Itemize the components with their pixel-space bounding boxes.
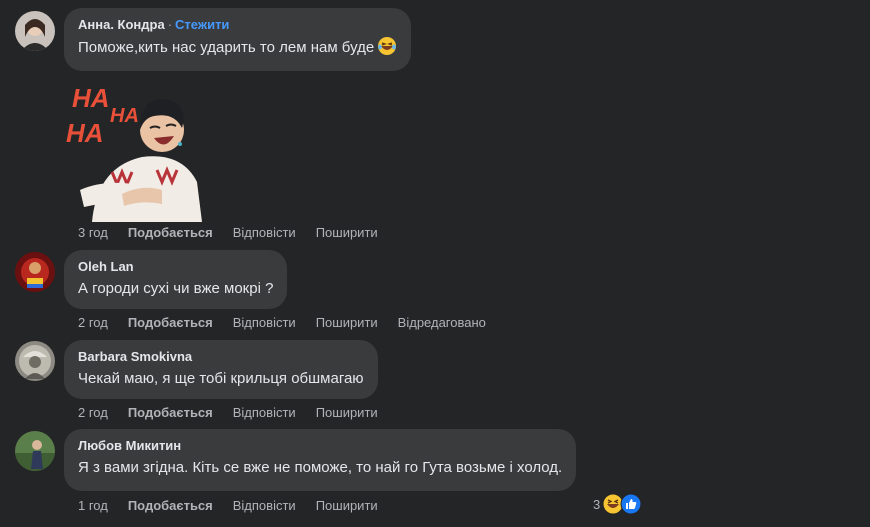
reply-button[interactable]: Відповісти — [233, 405, 296, 421]
share-button[interactable]: Поширити — [316, 405, 378, 421]
author-name[interactable]: Анна. Кондра — [78, 17, 165, 32]
separator-dot: · — [167, 17, 173, 32]
comment-actions: 2 год Подобається Відповісти Поширити — [78, 405, 398, 421]
comment-text: А городи сухі чи вже мокрі ? — [78, 280, 274, 297]
reply-button[interactable]: Відповісти — [233, 315, 296, 331]
comment-actions: 3 год Подобається Відповісти Поширити — [78, 225, 398, 241]
share-button[interactable]: Поширити — [316, 225, 378, 241]
comment-actions: 2 год Подобається Відповісти Поширити Ві… — [78, 315, 506, 331]
sticker-text-1: HA — [72, 83, 110, 113]
author-line: Barbara Smokivna — [78, 349, 364, 365]
avatar[interactable] — [15, 252, 55, 292]
comment-bubble: Анна. Кондра · Стежити Поможе,кить нас уда… — [64, 8, 412, 71]
avatar[interactable] — [15, 341, 55, 381]
like-button[interactable]: Подобається — [128, 225, 213, 241]
laughing-tears-emoji-icon — [378, 37, 397, 55]
author-line: Анна. Кондра · Стежити — [78, 17, 397, 33]
comment-text: Поможе,кить нас ударить то лем нам буде — [78, 36, 397, 59]
avatar[interactable] — [15, 431, 55, 471]
author-name[interactable]: Oleh Lan — [78, 259, 134, 274]
comment-actions: 1 год Подобається Відповісти Поширити — [78, 498, 398, 514]
like-button[interactable]: Подобається — [128, 498, 213, 514]
comment-bubble: Любов Микитин Я з вами згідна. Кіть се в… — [64, 429, 577, 491]
like-button[interactable]: Подобається — [128, 315, 213, 331]
like-thumb-icon — [620, 493, 642, 515]
edited-label: Відредаговано — [397, 315, 486, 330]
author-line: Oleh Lan — [78, 259, 273, 275]
comment-bubble: Barbara Smokivna Чекай маю, я ще тобі кр… — [64, 340, 378, 399]
haha-laughing-sticker: HA HA HA — [66, 83, 202, 222]
follow-link[interactable]: Стежити — [175, 17, 229, 32]
reply-button[interactable]: Відповісти — [233, 225, 296, 241]
share-button[interactable]: Поширити — [316, 315, 378, 331]
reactions-summary[interactable]: 3 — [593, 493, 642, 515]
comment-text: Чекай маю, я ще тобі крильця обшмагаю — [78, 370, 364, 387]
share-button[interactable]: Поширити — [316, 498, 378, 514]
comment-time[interactable]: 1 год — [78, 498, 108, 514]
sticker-text-2: HA — [66, 118, 104, 148]
author-name[interactable]: Любов Микитин — [78, 438, 181, 453]
reaction-count: 3 — [593, 496, 601, 512]
author-line: Любов Микитин — [78, 438, 562, 454]
comment-time[interactable]: 2 год — [78, 315, 108, 331]
comment-text-content: Поможе,кить нас ударить то лем нам буде — [78, 39, 375, 56]
sticker-text-3: HA — [110, 105, 139, 127]
comment-time[interactable]: 2 год — [78, 405, 108, 421]
reply-button[interactable]: Відповісти — [233, 498, 296, 514]
author-name[interactable]: Barbara Smokivna — [78, 349, 192, 364]
comment-time[interactable]: 3 год — [78, 225, 108, 241]
comment-text: Я з вами згідна. Кіть се вже не поможе, … — [78, 459, 563, 476]
like-button[interactable]: Подобається — [128, 405, 213, 421]
avatar[interactable] — [15, 11, 55, 51]
comment-bubble: Oleh Lan А городи сухі чи вже мокрі ? — [64, 250, 288, 309]
